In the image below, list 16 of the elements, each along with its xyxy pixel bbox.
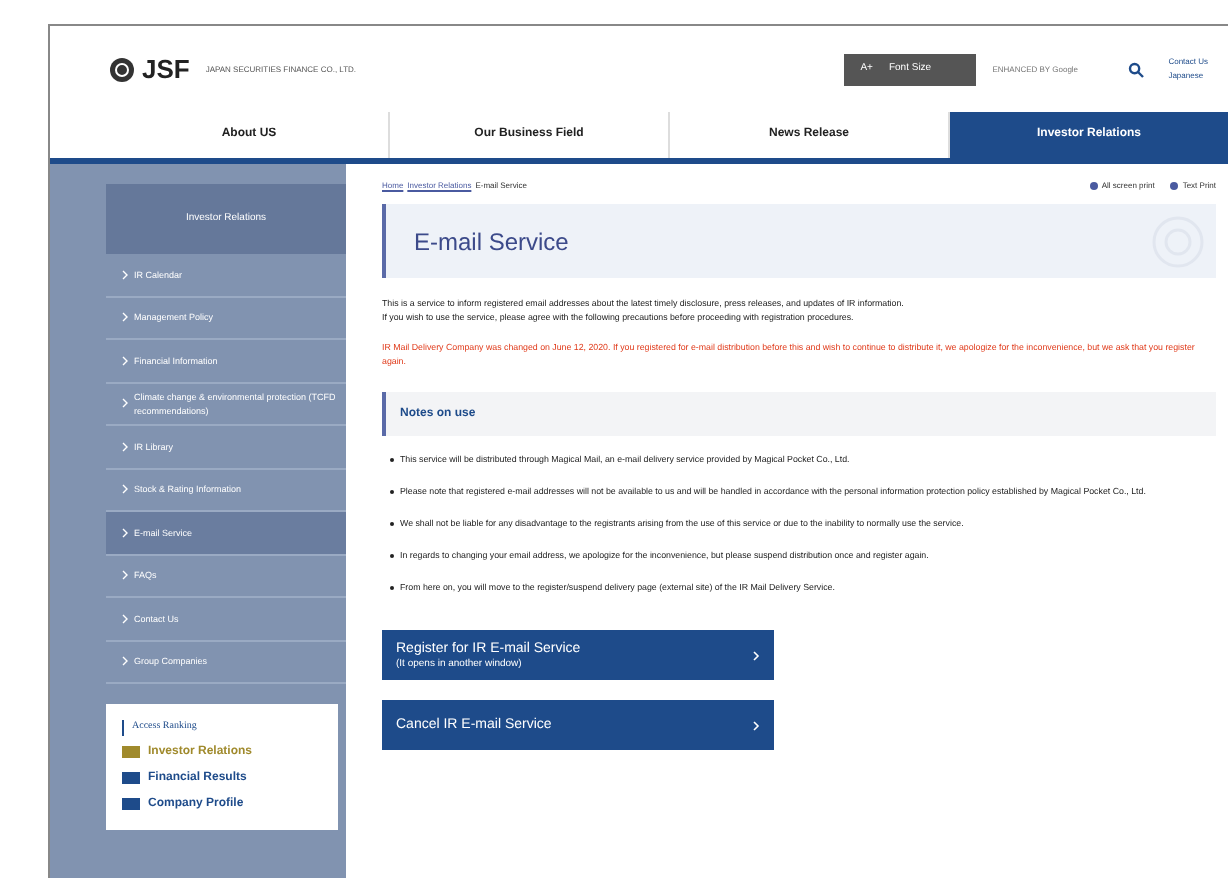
chevron-icon [122,312,128,323]
chevron-icon [122,570,128,581]
logo-text: JSF [142,51,190,88]
chevron-icon [122,527,128,538]
logo-icon [110,57,134,81]
search-icon[interactable] [1128,61,1145,77]
chevron-icon [122,355,128,366]
page-title: E-mail Service [414,225,569,259]
chevron-icon [122,398,128,409]
chevron-icon [122,269,128,280]
chevron-icon [122,656,128,667]
chevron-icon [752,649,760,661]
chevron-icon [122,441,128,452]
chevron-icon [752,719,760,731]
chevron-icon [122,613,128,624]
chevron-icon [122,484,128,495]
